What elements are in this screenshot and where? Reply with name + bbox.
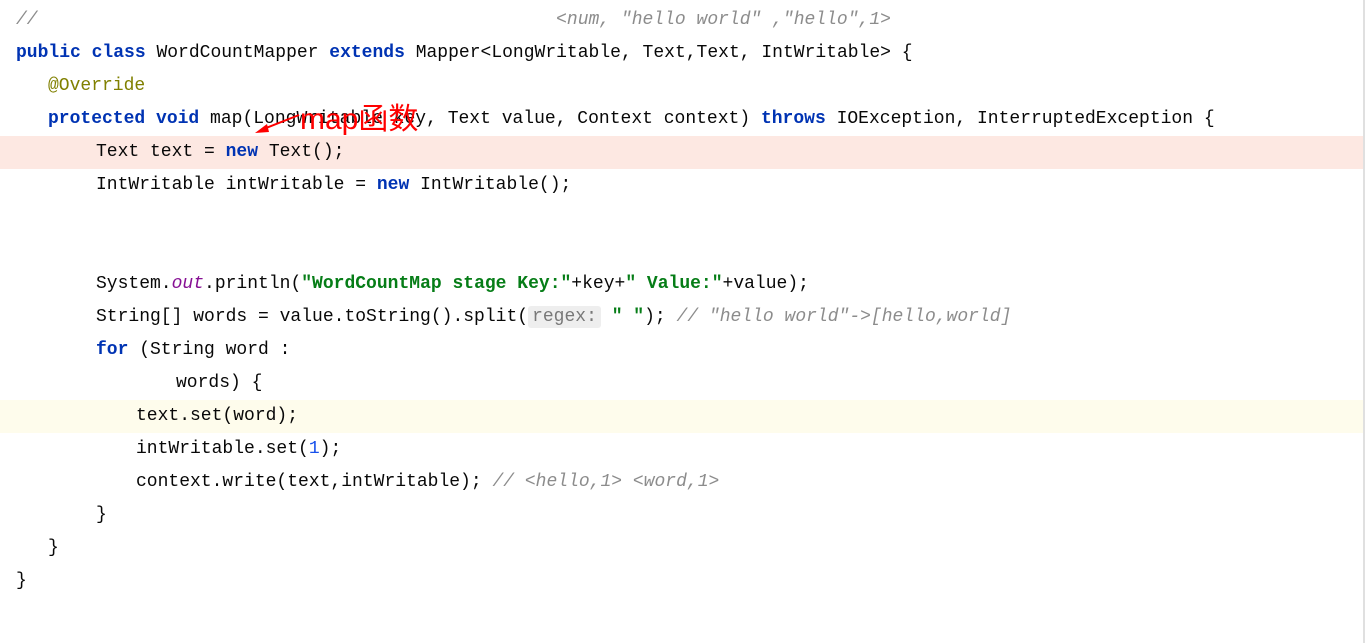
string-literal: " Value:" bbox=[625, 274, 722, 294]
code-line[interactable]: } bbox=[0, 532, 1363, 565]
code-line[interactable]: words) { bbox=[0, 367, 1363, 400]
code-line[interactable]: } bbox=[0, 565, 1363, 598]
comment-text: // <hello,1> <word,1> bbox=[492, 472, 719, 492]
keyword: void bbox=[156, 109, 199, 129]
code-line[interactable]: // <num, "hello world" ,"hello",1> bbox=[0, 4, 1363, 37]
code-line[interactable]: intWritable.set(1); bbox=[0, 433, 1363, 466]
number-literal: 1 bbox=[309, 439, 320, 459]
keyword: protected bbox=[48, 109, 145, 129]
code-editor[interactable]: map函数 // <num, "hello world" ,"hello",1>… bbox=[0, 0, 1365, 643]
string-literal: " " bbox=[612, 307, 644, 327]
code-line[interactable]: } bbox=[0, 499, 1363, 532]
code-line[interactable]: public class WordCountMapper extends Map… bbox=[0, 37, 1363, 70]
annotation-token: @Override bbox=[48, 76, 145, 96]
keyword: throws bbox=[761, 109, 826, 129]
string-literal: "WordCountMap stage Key:" bbox=[301, 274, 571, 294]
code-line-highlighted[interactable]: Text text = new Text(); bbox=[0, 136, 1363, 169]
code-line-highlighted[interactable]: text.set(word); bbox=[0, 400, 1363, 433]
keyword: extends bbox=[329, 43, 405, 63]
keyword: for bbox=[96, 340, 128, 360]
keyword: public bbox=[16, 43, 81, 63]
keyword: class bbox=[92, 43, 146, 63]
code-line[interactable]: System.out.println("WordCountMap stage K… bbox=[0, 268, 1363, 301]
keyword: new bbox=[226, 142, 258, 162]
comment-text: // "hello world"->[hello,world] bbox=[677, 307, 1012, 327]
code-line[interactable]: @Override bbox=[0, 70, 1363, 103]
code-line[interactable]: String[] words = value.toString().split(… bbox=[0, 301, 1363, 334]
parameter-hint: regex: bbox=[528, 306, 601, 328]
code-line[interactable]: protected void map(LongWritable key, Tex… bbox=[0, 103, 1363, 136]
code-line[interactable]: IntWritable intWritable = new IntWritabl… bbox=[0, 169, 1363, 202]
code-line-blank[interactable] bbox=[0, 202, 1363, 235]
code-line-blank[interactable] bbox=[0, 235, 1363, 268]
static-field: out bbox=[172, 274, 204, 294]
keyword: new bbox=[377, 175, 409, 195]
code-line[interactable]: context.write(text,intWritable); // <hel… bbox=[0, 466, 1363, 499]
code-line[interactable]: for (String word : bbox=[0, 334, 1363, 367]
comment-text: // <num, "hello world" ,"hello",1> bbox=[16, 10, 891, 30]
